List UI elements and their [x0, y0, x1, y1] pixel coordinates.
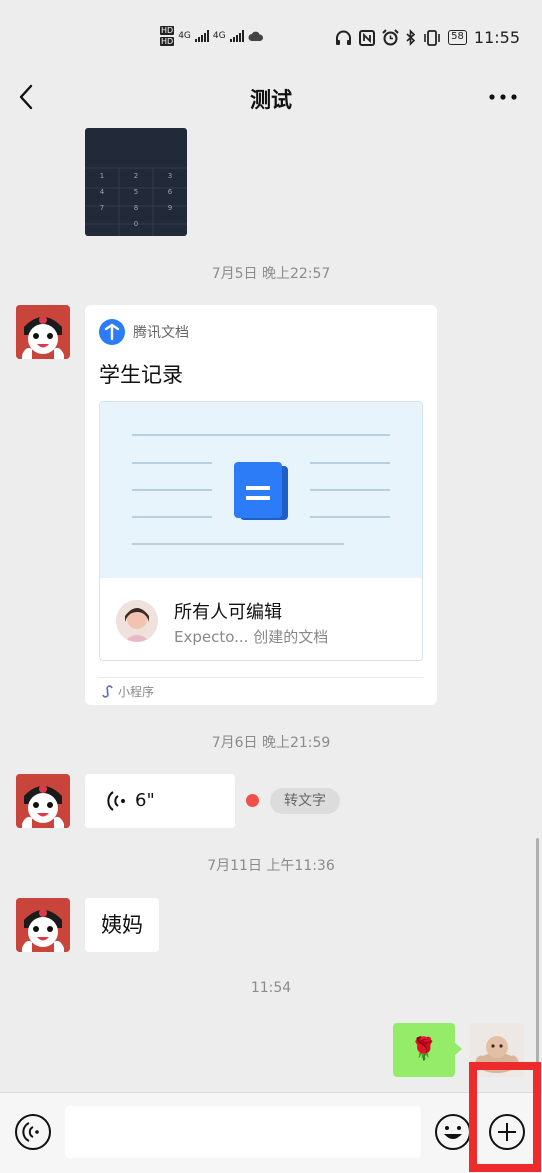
mini-program-label: 小程序 — [118, 685, 155, 699]
document-illustration — [132, 434, 390, 545]
battery-indicator: 58 — [448, 30, 467, 45]
cartoon-avatar-image — [16, 305, 70, 359]
voice-message[interactable]: 6" — [85, 774, 235, 828]
bluetooth-icon — [406, 29, 416, 46]
vibrate-icon — [424, 29, 440, 46]
keypad-key: 8 — [133, 204, 139, 212]
cartoon-avatar-image — [16, 774, 70, 828]
text-message[interactable]: 姨妈 — [85, 898, 159, 952]
headphones-icon — [336, 30, 352, 45]
keypad-key: 3 — [167, 172, 173, 180]
signal-icon — [194, 30, 209, 42]
emoji-button[interactable] — [434, 1113, 472, 1151]
keypad-key: 6 — [167, 188, 173, 196]
message-timestamp: 7月5日 晚上22:57 — [211, 266, 331, 282]
convert-to-text-button[interactable]: 转文字 — [270, 788, 340, 814]
keypad-key: 4 — [99, 188, 105, 196]
doc-owner-avatar — [116, 600, 158, 642]
keypad-key: 1 — [99, 172, 105, 180]
chat-input-bar — [0, 1092, 542, 1173]
doc-source-label: 腾讯文档 — [133, 325, 189, 341]
mini-program-icon — [102, 685, 113, 698]
network-label-2: 4G — [212, 31, 226, 41]
smiley-icon — [435, 1114, 471, 1150]
keypad-key — [153, 220, 187, 228]
doc-title: 学生记录 — [99, 363, 183, 387]
doc-preview: 所有人可编辑 Expecto... 创建的文档 — [99, 401, 423, 661]
keypad-key: 9 — [167, 204, 173, 212]
chat-header: 测试 — [0, 70, 542, 126]
hd-icon: HD — [160, 26, 175, 35]
status-icons: 58 11:55 — [335, 28, 520, 47]
keypad-key — [85, 220, 119, 228]
contact-avatar[interactable] — [16, 305, 70, 359]
cloud-icon — [248, 31, 263, 41]
contact-avatar[interactable] — [16, 774, 70, 828]
doc-source: 腾讯文档 — [99, 319, 189, 345]
network-indicators: HD HD 4G 4G — [160, 26, 264, 46]
doc-preview-illustration — [100, 402, 422, 578]
message-text-input[interactable] — [65, 1106, 421, 1158]
hd-icon: HD — [160, 37, 175, 46]
chat-message-list[interactable]: 1 2 3 4 5 6 7 8 9 0 7月5日 晚上22:57 腾讯文档 学生… — [0, 126, 542, 1092]
contact-avatar[interactable] — [16, 898, 70, 952]
owner-photo-image — [116, 600, 158, 642]
cartoon-avatar-image — [16, 898, 70, 952]
image-message[interactable]: 1 2 3 4 5 6 7 8 9 0 — [85, 128, 187, 236]
alarm-icon — [382, 29, 399, 46]
voice-input-toggle[interactable] — [14, 1113, 52, 1151]
network-label-1: 4G — [178, 31, 191, 41]
message-timestamp: 7月6日 晚上21:59 — [211, 735, 331, 751]
keypad-key: 5 — [133, 188, 139, 196]
nfc-icon — [359, 29, 376, 46]
keypad-key: 2 — [133, 172, 139, 180]
voice-circle-icon — [15, 1114, 51, 1150]
divider — [99, 677, 423, 678]
message-timestamp: 11:54 — [250, 980, 292, 996]
chat-scrollbar[interactable] — [536, 838, 539, 1088]
status-bar: HD HD 4G 4G 58 11:55 — [0, 0, 542, 70]
voice-wave-icon — [107, 791, 125, 811]
more-dots-icon — [489, 94, 517, 100]
keypad-digits: 1 2 3 4 5 6 7 8 9 0 — [85, 172, 187, 228]
doc-creator: Expecto... 创建的文档 — [174, 628, 329, 646]
status-time: 11:55 — [473, 28, 520, 47]
mini-program-tag: 小程序 — [101, 683, 154, 700]
more-button[interactable] — [488, 84, 518, 110]
keypad-key: 0 — [133, 220, 139, 228]
doc-permission: 所有人可编辑 — [174, 602, 282, 623]
chat-title: 测试 — [250, 88, 292, 112]
highlight-annotation-box — [469, 1062, 541, 1172]
doc-share-card[interactable]: 腾讯文档 学生记录 所有人可编辑 Expecto... 创建的文档 小程序 — [85, 305, 437, 705]
tencent-docs-logo-icon — [99, 319, 125, 345]
message-timestamp: 7月11日 上午11:36 — [207, 858, 335, 874]
sent-emoji-message[interactable]: 🌹 — [393, 1023, 462, 1077]
voice-duration: 6" — [135, 790, 155, 811]
signal-icon — [229, 30, 244, 42]
keypad-key: 7 — [99, 204, 105, 212]
unread-dot — [246, 794, 259, 807]
